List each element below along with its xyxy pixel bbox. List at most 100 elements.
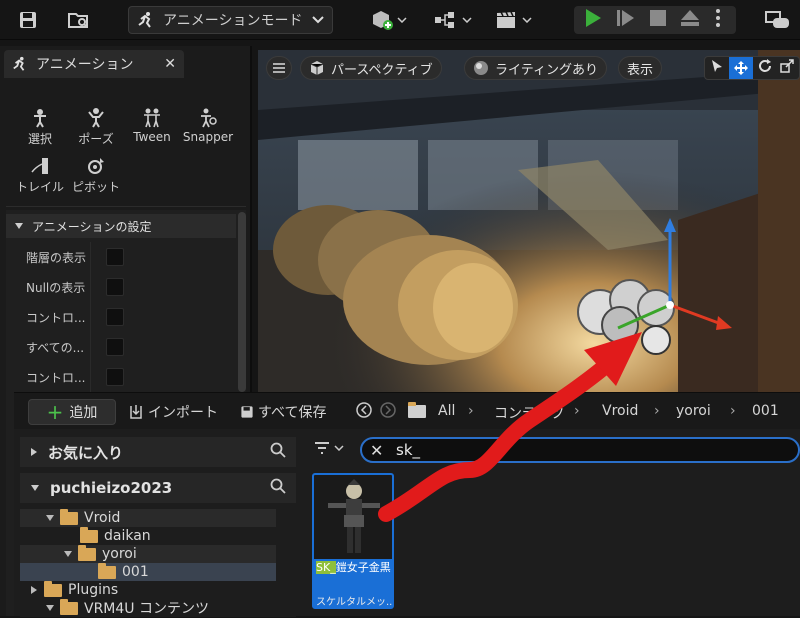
setting-checkbox[interactable] (106, 248, 124, 266)
tree-item-vrm4u[interactable]: VRM4U コンテンツ (20, 598, 276, 617)
clear-search-icon[interactable]: ✕ (370, 441, 383, 460)
tree-item-daikan[interactable]: daikan (20, 526, 276, 545)
search-value: sk_ (396, 441, 421, 459)
collapse-arrow-icon (46, 605, 54, 611)
tool-trail[interactable]: トレイル (10, 156, 70, 195)
save-icon[interactable] (14, 6, 42, 34)
save-all-button[interactable]: すべて保存 (240, 402, 326, 422)
add-button[interactable]: + 追加 (28, 399, 116, 425)
running-figure-icon (13, 56, 25, 71)
asset-tile[interactable]: SK_鎧女子金黒 スケルタルメッ... (312, 473, 394, 609)
setting-row: Nullの表示 (26, 272, 236, 302)
stop-icon[interactable] (650, 10, 666, 30)
asset-thumbnail (314, 475, 392, 559)
filter-button[interactable] (314, 441, 344, 455)
setting-row: コントロ... (26, 362, 236, 392)
tree-item-label: Plugins (68, 582, 119, 598)
sources-panel: お気に入り puchieizo2023 Vroid daikan yoroi 0… (20, 431, 296, 617)
search-icon[interactable] (270, 478, 286, 498)
chevron-down-icon (397, 17, 407, 23)
search-icon[interactable] (270, 442, 286, 462)
breadcrumb-item[interactable]: 001 (752, 403, 779, 419)
tree-item-yoroi[interactable]: yoroi (20, 544, 276, 563)
setting-checkbox[interactable] (106, 278, 124, 296)
scene-render (258, 50, 800, 395)
cinematics-button[interactable] (494, 6, 534, 34)
breadcrumb-item[interactable]: yoroi (676, 403, 711, 419)
tree-item-vroid[interactable]: Vroid (20, 508, 276, 527)
platforms-icon[interactable] (762, 6, 794, 34)
breadcrumb-item[interactable]: コンテンツ (494, 403, 564, 423)
section-title: アニメーションの設定 (32, 219, 152, 234)
chevron-down-icon (462, 17, 472, 23)
asset-name-match: SK_ (316, 561, 336, 574)
setting-checkbox[interactable] (106, 368, 124, 386)
tree-item-001[interactable]: 001 (20, 562, 276, 581)
breadcrumb-separator: › (654, 403, 660, 419)
viewport-menu-button[interactable] (266, 56, 292, 80)
main-toolbar: アニメーションモード (0, 0, 800, 40)
perspective-button[interactable]: パースペクティブ (300, 56, 442, 80)
folder-open-icon (60, 598, 78, 615)
show-button[interactable]: 表示 (618, 56, 663, 80)
content-browser-icon[interactable] (64, 6, 94, 34)
setting-label: すべての... (26, 340, 85, 355)
asset-type: スケルタルメッ... (316, 597, 392, 608)
select-cursor-icon[interactable] (705, 59, 729, 77)
breadcrumb-separator: › (730, 403, 736, 419)
transform-toolbar (704, 56, 800, 80)
tool-snapper[interactable]: Snapper (178, 108, 238, 144)
show-label: 表示 (627, 62, 654, 78)
tool-pivot[interactable]: ピボット (66, 156, 126, 195)
section-header-animation-settings[interactable]: アニメーションの設定 (6, 214, 236, 238)
panel-tab[interactable]: アニメーション ✕ (4, 50, 184, 78)
asset-name-rest: 鎧女子金黒 (335, 561, 391, 574)
setting-checkbox[interactable] (106, 308, 124, 326)
character-thumbnail-icon (328, 479, 380, 553)
mode-dropdown[interactable]: アニメーションモード (128, 6, 333, 34)
breadcrumb-item[interactable]: Vroid (602, 403, 638, 419)
favorites-header[interactable]: お気に入り (20, 437, 296, 467)
folder-icon (408, 402, 426, 422)
level-viewport[interactable]: パースペクティブ ライティングあり 表示 (258, 50, 800, 395)
more-options-icon[interactable] (716, 9, 720, 31)
setting-row: コントロ... (26, 302, 236, 332)
filter-icon (315, 442, 329, 454)
scale-tool-icon[interactable] (777, 59, 797, 77)
blueprint-button[interactable] (430, 6, 476, 34)
project-header[interactable]: puchieizo2023 (20, 473, 296, 503)
chevron-down-icon (312, 12, 324, 28)
play-icon[interactable] (584, 8, 602, 32)
tree-item-plugins[interactable]: Plugins (20, 580, 276, 599)
setting-checkbox[interactable] (106, 338, 124, 356)
lit-sphere-icon (474, 61, 488, 75)
breadcrumb-item[interactable]: All (438, 403, 455, 419)
breadcrumb-separator: › (468, 403, 474, 419)
add-actor-button[interactable] (366, 6, 412, 34)
collapse-arrow-icon (31, 485, 39, 491)
favorites-label: お気に入り (48, 443, 124, 462)
eject-icon[interactable] (680, 9, 700, 31)
mode-label: アニメーションモード (163, 13, 303, 29)
rotate-tool-icon[interactable] (753, 59, 777, 77)
forward-arrow-icon[interactable] (380, 402, 396, 422)
tool-select[interactable]: 選択 (10, 108, 70, 147)
tool-tween[interactable]: Tween (122, 108, 182, 144)
import-button[interactable]: インポート (128, 402, 218, 422)
import-label: インポート (148, 405, 218, 421)
perspective-label: パースペクティブ (331, 62, 433, 78)
expand-arrow-icon (31, 448, 37, 456)
move-tool-icon[interactable] (729, 57, 753, 79)
asset-search-input[interactable]: ✕ sk_ (360, 437, 800, 463)
back-arrow-icon[interactable] (356, 402, 372, 422)
lighting-button[interactable]: ライティングあり (464, 56, 607, 80)
tool-label: トレイル (15, 180, 64, 194)
save-icon (241, 406, 253, 418)
step-icon[interactable] (616, 9, 636, 31)
folder-open-icon (78, 544, 96, 561)
scrollbar[interactable] (238, 212, 246, 392)
tool-pose[interactable]: ポーズ (66, 108, 126, 147)
snapper-tool-icon (201, 108, 217, 128)
close-icon[interactable]: ✕ (164, 56, 176, 72)
breadcrumb-separator: › (574, 403, 580, 419)
